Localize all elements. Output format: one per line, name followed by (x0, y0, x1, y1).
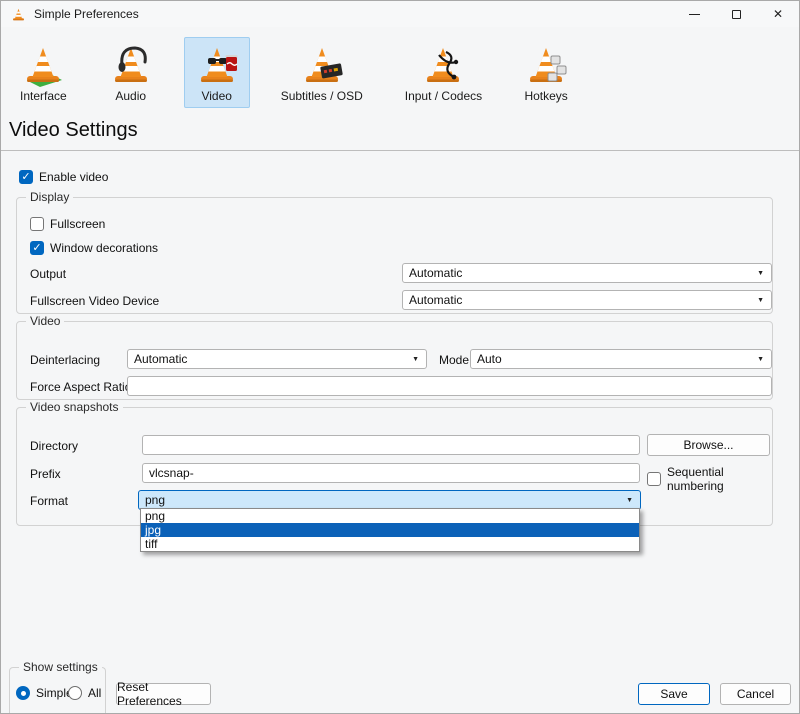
fullscreen-video-device-dropdown[interactable]: Automatic ▼ (402, 290, 772, 310)
simple-radio-row[interactable]: Simple (16, 686, 73, 700)
window-decorations-checkbox[interactable]: ✓ (30, 241, 44, 255)
sequential-numbering-label: Sequential numbering (667, 465, 772, 493)
hotkeys-icon (524, 43, 568, 87)
video-snapshots-group-title: Video snapshots (26, 400, 123, 414)
minimize-icon (689, 14, 700, 15)
force-aspect-ratio-label: Force Aspect Ratio (30, 380, 131, 394)
deinterlacing-dropdown[interactable]: Automatic ▼ (127, 349, 427, 369)
all-radio-label: All (88, 686, 101, 700)
close-button[interactable]: ✕ (757, 1, 799, 27)
window-decorations-label: Window decorations (50, 241, 158, 255)
mode-dropdown[interactable]: Auto ▼ (470, 349, 772, 369)
fullscreen-video-device-value: Automatic (409, 293, 751, 307)
fullscreen-video-device-label: Fullscreen Video Device (30, 294, 159, 308)
toolbar-label: Interface (20, 89, 67, 103)
deinterlacing-value: Automatic (134, 352, 406, 366)
display-group-title: Display (26, 190, 73, 204)
window-decorations-checkbox-row[interactable]: ✓ Window decorations (30, 241, 158, 255)
cancel-button-label: Cancel (737, 687, 774, 701)
format-dropdown-list: png jpg tiff (140, 508, 640, 552)
toolbar-label: Input / Codecs (405, 89, 482, 103)
prefix-label: Prefix (30, 467, 61, 481)
browse-button[interactable]: Browse... (647, 434, 770, 456)
show-settings-title: Show settings (19, 660, 102, 674)
format-option-jpg[interactable]: jpg (141, 523, 639, 537)
video-group: Video Deinterlacing Automatic ▼ Mode Aut… (16, 321, 773, 400)
sequential-numbering-checkbox[interactable]: ✓ (647, 472, 661, 486)
toolbar-item-interface[interactable]: Interface (9, 37, 78, 108)
mode-label: Mode (439, 353, 469, 367)
check-icon: ✓ (32, 243, 41, 254)
mode-value: Auto (477, 352, 751, 366)
display-group: Display ✓ Fullscreen ✓ Window decoration… (16, 197, 773, 314)
dropdown-arrow-icon: ▼ (757, 270, 764, 277)
toolbar-item-video[interactable]: Video (184, 37, 250, 108)
format-value: png (145, 493, 620, 507)
minimize-button[interactable] (673, 1, 715, 27)
video-icon (195, 43, 239, 87)
subtitles-osd-icon (300, 43, 344, 87)
video-group-title: Video (26, 314, 64, 328)
format-label: Format (30, 494, 68, 508)
all-radio-row[interactable]: All (68, 686, 101, 700)
enable-video-checkbox[interactable]: ✓ (19, 170, 33, 184)
toolbar-label: Audio (115, 89, 146, 103)
format-option-tiff[interactable]: tiff (141, 537, 639, 551)
cancel-button[interactable]: Cancel (720, 683, 791, 705)
toolbar-item-subtitles-osd[interactable]: Subtitles / OSD (270, 37, 374, 108)
browse-button-label: Browse... (683, 438, 733, 452)
format-dropdown[interactable]: png ▼ (138, 490, 641, 510)
save-button-label: Save (660, 687, 687, 701)
maximize-button[interactable] (715, 1, 757, 27)
enable-video-checkbox-row[interactable]: ✓ Enable video (19, 170, 108, 184)
vlc-app-icon (11, 7, 26, 22)
toolbar-label: Hotkeys (524, 89, 567, 103)
dropdown-arrow-icon: ▼ (757, 297, 764, 304)
simple-preferences-window: Simple Preferences ✕ Interface Audio (0, 0, 800, 714)
output-label: Output (30, 267, 66, 281)
titlebar: Simple Preferences ✕ (1, 1, 799, 27)
input-codecs-icon (421, 43, 465, 87)
fullscreen-checkbox[interactable]: ✓ (30, 217, 44, 231)
dropdown-arrow-icon: ▼ (412, 356, 419, 363)
maximize-icon (732, 10, 741, 19)
show-settings-group: Show settings Simple All (9, 667, 106, 714)
preferences-toolbar: Interface Audio Video (9, 37, 579, 108)
toolbar-item-input-codecs[interactable]: Input / Codecs (394, 37, 493, 108)
reset-preferences-label: Reset Preferences (117, 680, 210, 708)
enable-video-label: Enable video (39, 170, 108, 184)
deinterlacing-label: Deinterlacing (30, 353, 100, 367)
output-dropdown[interactable]: Automatic ▼ (402, 263, 772, 283)
window-title: Simple Preferences (34, 7, 139, 21)
fullscreen-checkbox-row[interactable]: ✓ Fullscreen (30, 217, 105, 231)
fullscreen-label: Fullscreen (50, 217, 105, 231)
interface-icon (21, 43, 65, 87)
toolbar-item-audio[interactable]: Audio (98, 37, 164, 108)
sequential-numbering-checkbox-row[interactable]: ✓ Sequential numbering (647, 465, 772, 493)
heading-divider (1, 150, 799, 151)
check-icon: ✓ (21, 172, 30, 183)
prefix-input[interactable] (142, 463, 640, 483)
page-title: Video Settings (9, 119, 138, 142)
output-value: Automatic (409, 266, 751, 280)
toolbar-item-hotkeys[interactable]: Hotkeys (513, 37, 579, 108)
format-option-png[interactable]: png (141, 509, 639, 523)
simple-radio[interactable] (16, 686, 30, 700)
audio-icon (109, 43, 153, 87)
directory-label: Directory (30, 439, 78, 453)
dropdown-arrow-icon: ▼ (626, 497, 633, 504)
save-button[interactable]: Save (638, 683, 710, 705)
all-radio[interactable] (68, 686, 82, 700)
toolbar-label: Video (201, 89, 231, 103)
toolbar-label: Subtitles / OSD (281, 89, 363, 103)
close-icon: ✕ (773, 8, 783, 20)
dropdown-arrow-icon: ▼ (757, 356, 764, 363)
directory-input[interactable] (142, 435, 640, 455)
reset-preferences-button[interactable]: Reset Preferences (116, 683, 211, 705)
force-aspect-ratio-input[interactable] (127, 376, 772, 396)
